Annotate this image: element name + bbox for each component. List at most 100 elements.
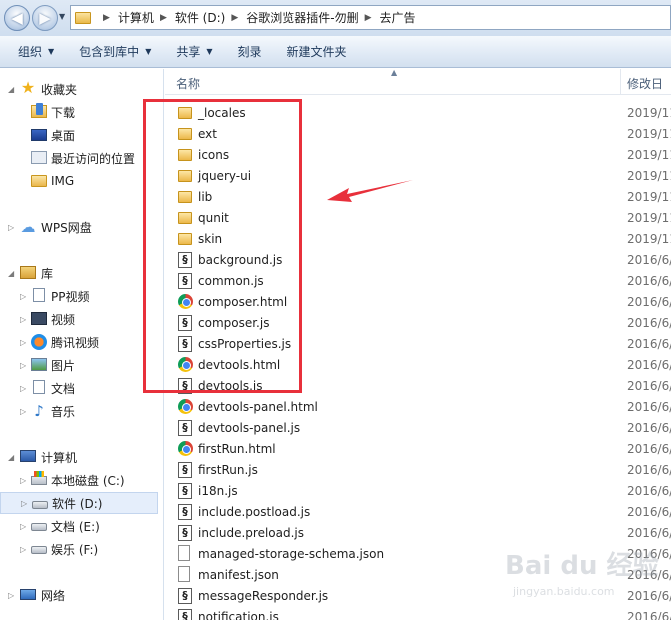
file-row[interactable]: devtools-panel.html 2016/6/ <box>165 396 671 417</box>
file-row[interactable]: § i18n.js 2016/6/ <box>165 480 671 501</box>
file-row[interactable]: jquery-ui 2019/11 <box>165 165 671 186</box>
document-icon <box>33 380 45 394</box>
expand-arrow-icon[interactable]: ▷ <box>20 338 26 347</box>
breadcrumb-computer[interactable]: 计算机 <box>118 9 154 26</box>
file-row[interactable]: devtools.html 2016/6/ <box>165 354 671 375</box>
chrome-icon <box>178 441 193 456</box>
recent-pages-dropdown-icon[interactable]: ▼ <box>59 12 65 21</box>
file-row[interactable]: qunit 2019/11 <box>165 207 671 228</box>
nav-label: 音乐 <box>51 404 76 419</box>
file-date: 2016/6/ <box>627 336 671 351</box>
nav-pp-video[interactable]: ▷ PP视频 <box>0 285 158 307</box>
nav-label: 视频 <box>51 312 76 327</box>
file-row[interactable]: § cssProperties.js 2016/6/ <box>165 333 671 354</box>
nav-music[interactable]: ▷ ♪ 音乐 <box>0 400 158 422</box>
expand-arrow-icon[interactable]: ▷ <box>20 476 26 485</box>
file-row[interactable]: skin 2019/11 <box>165 228 671 249</box>
expand-arrow-icon[interactable]: ◢ <box>8 85 14 94</box>
nav-drive-c[interactable]: ▷ 本地磁盘 (C:) <box>0 469 158 491</box>
column-header-name[interactable]: 名称 <box>176 75 200 92</box>
nav-computer[interactable]: ◢ 计算机 <box>0 446 158 468</box>
file-date: 2016/6/ <box>627 462 671 477</box>
organize-label: 组织 <box>18 45 43 59</box>
file-row[interactable]: firstRun.html 2016/6/ <box>165 438 671 459</box>
expand-arrow-icon[interactable]: ◢ <box>8 453 14 462</box>
breadcrumb-chevron-icon[interactable]: ▶ <box>103 13 110 23</box>
file-row[interactable]: § common.js 2016/6/ <box>165 270 671 291</box>
nav-favorites[interactable]: ◢ ★ 收藏夹 <box>0 78 158 100</box>
folder-icon <box>178 149 192 161</box>
file-row[interactable]: § include.postload.js 2016/6/ <box>165 501 671 522</box>
network-icon <box>20 589 36 600</box>
breadcrumb-chevron-icon[interactable]: ▶ <box>160 13 167 23</box>
nav-label: 文档 <box>51 381 76 396</box>
file-row[interactable]: § devtools.js 2016/6/ <box>165 375 671 396</box>
expand-arrow-icon[interactable]: ▷ <box>20 361 26 370</box>
file-row[interactable]: § include.preload.js 2016/6/ <box>165 522 671 543</box>
file-row[interactable]: § composer.js 2016/6/ <box>165 312 671 333</box>
nav-desktop[interactable]: 桌面 <box>0 124 158 146</box>
column-divider[interactable] <box>620 69 621 95</box>
file-row[interactable]: ext 2019/11 <box>165 123 671 144</box>
nav-tencent-video[interactable]: ▷ 腾讯视频 <box>0 331 158 353</box>
desktop-icon <box>31 129 47 141</box>
back-button[interactable]: ◀ <box>4 5 30 31</box>
nav-label: 桌面 <box>51 128 76 143</box>
include-in-library-button[interactable]: 包含到库中 ▼ <box>79 43 151 60</box>
breadcrumb-drive-d[interactable]: 软件 (D:) <box>175 9 225 26</box>
file-row[interactable]: lib 2019/11 <box>165 186 671 207</box>
share-button[interactable]: 共享 ▼ <box>176 43 212 60</box>
address-box[interactable]: ▶ 计算机 ▶ 软件 (D:) ▶ 谷歌浏览器插件-勿删 ▶ 去广告 <box>70 5 671 30</box>
expand-arrow-icon[interactable]: ▷ <box>20 292 26 301</box>
nav-library[interactable]: ◢ 库 <box>0 262 158 284</box>
column-header-date[interactable]: 修改日 <box>627 75 663 92</box>
drive-icon <box>31 546 47 554</box>
nav-download[interactable]: 下载 <box>0 101 158 123</box>
breadcrumb-chevron-icon[interactable]: ▶ <box>231 13 238 23</box>
folder-icon <box>178 212 192 224</box>
burn-button[interactable]: 刻录 <box>238 43 262 60</box>
file-row[interactable]: composer.html 2016/6/ <box>165 291 671 312</box>
nav-network[interactable]: ▷ 网络 <box>0 584 158 606</box>
forward-button[interactable]: ▶ <box>32 5 58 31</box>
script-file-icon: § <box>178 336 192 352</box>
file-row[interactable]: _locales 2019/11 <box>165 102 671 123</box>
breadcrumb: ▶ 计算机 ▶ 软件 (D:) ▶ 谷歌浏览器插件-勿删 ▶ 去广告 <box>97 9 416 26</box>
expand-arrow-icon[interactable]: ▷ <box>8 591 14 600</box>
nav-drive-d[interactable]: ▷ 软件 (D:) <box>0 492 158 514</box>
nav-pictures[interactable]: ▷ 图片 <box>0 354 158 376</box>
nav-label: 图片 <box>51 358 76 373</box>
share-label: 共享 <box>176 45 201 59</box>
file-name: messageResponder.js <box>198 588 329 603</box>
nav-drive-e[interactable]: ▷ 文档 (E:) <box>0 515 158 537</box>
nav-drive-f[interactable]: ▷ 娱乐 (F:) <box>0 538 158 560</box>
file-row[interactable]: § firstRun.js 2016/6/ <box>165 459 671 480</box>
breadcrumb-chevron-icon[interactable]: ▶ <box>365 13 372 23</box>
new-folder-button[interactable]: 新建文件夹 <box>287 43 347 60</box>
file-name: include.preload.js <box>198 525 305 540</box>
computer-icon <box>20 450 36 462</box>
expand-arrow-icon[interactable]: ▷ <box>20 315 26 324</box>
expand-arrow-icon[interactable]: ▷ <box>20 522 26 531</box>
expand-arrow-icon[interactable]: ◢ <box>8 269 14 278</box>
nav-video[interactable]: ▷ 视频 <box>0 308 158 330</box>
nav-wps-cloud[interactable]: ▷ ☁ WPS网盘 <box>0 216 158 238</box>
chrome-icon <box>178 399 193 414</box>
nav-img[interactable]: IMG <box>0 170 158 192</box>
organize-button[interactable]: 组织 ▼ <box>18 43 54 60</box>
breadcrumb-adblock-folder[interactable]: 去广告 <box>380 9 416 26</box>
expand-arrow-icon[interactable]: ▷ <box>21 499 27 508</box>
file-row[interactable]: icons 2019/11 <box>165 144 671 165</box>
file-row[interactable]: § devtools-panel.js 2016/6/ <box>165 417 671 438</box>
expand-arrow-icon[interactable]: ▷ <box>20 545 26 554</box>
expand-arrow-icon[interactable]: ▷ <box>8 223 14 232</box>
nav-label: 收藏夹 <box>41 82 78 97</box>
nav-documents[interactable]: ▷ 文档 <box>0 377 158 399</box>
file-name: common.js <box>198 273 264 288</box>
expand-arrow-icon[interactable]: ▷ <box>20 407 26 416</box>
nav-recent[interactable]: 最近访问的位置 <box>0 147 158 169</box>
expand-arrow-icon[interactable]: ▷ <box>20 384 26 393</box>
breadcrumb-plugin-folder[interactable]: 谷歌浏览器插件-勿删 <box>246 9 358 26</box>
file-row[interactable]: § background.js 2016/6/ <box>165 249 671 270</box>
folder-icon <box>31 175 47 187</box>
